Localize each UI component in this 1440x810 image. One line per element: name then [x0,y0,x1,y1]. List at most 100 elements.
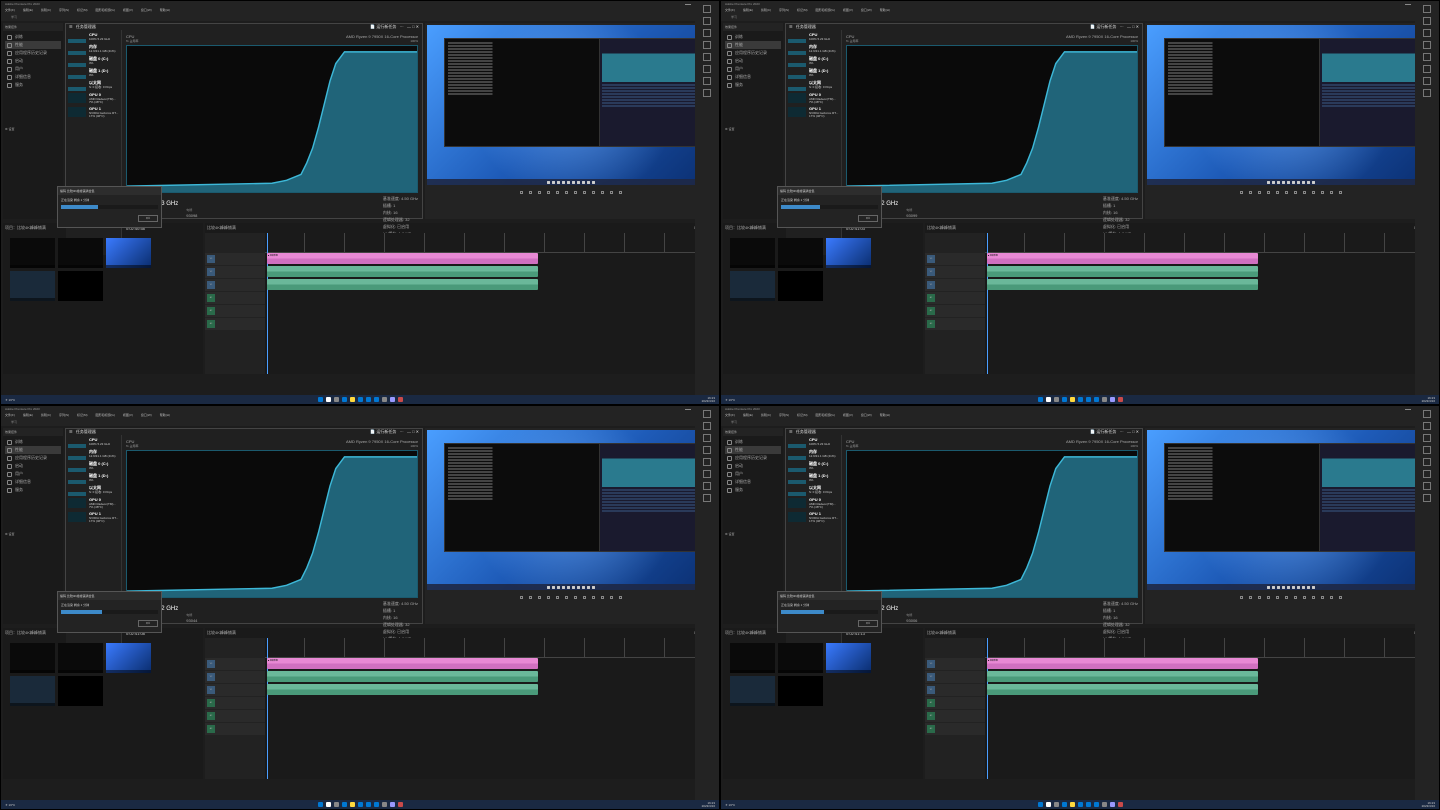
video-clip[interactable]: ■ 视频剪辑 [267,658,538,669]
bin-clip[interactable] [58,238,103,268]
nav-用户[interactable]: 用户 [5,65,61,73]
menu-item[interactable]: 文件(F) [5,8,15,12]
menu-item[interactable]: 文件(F) [5,413,15,417]
nav-性能[interactable]: 性能 [725,41,781,49]
photos-icon[interactable] [1094,397,1099,402]
store-icon[interactable] [1078,802,1083,807]
menu-item[interactable]: 图形和标题(G) [816,413,835,417]
track-V1[interactable]: V1 [925,279,985,291]
tool-icon[interactable] [1423,17,1431,25]
nav-服务[interactable]: 服务 [725,486,781,494]
transport-controls[interactable] [520,592,622,602]
track-V2[interactable]: V2 [925,266,985,278]
photos-icon[interactable] [1094,802,1099,807]
nav-应用程序历史记录[interactable]: 应用程序历史记录 [5,49,61,57]
tool-icon[interactable] [703,77,711,85]
clock[interactable]: 16:232023/4/16 [702,802,715,808]
track-A3[interactable]: A3 [925,723,985,735]
menu-item[interactable]: 序列(S) [59,413,69,417]
clock[interactable]: 16:232023/4/16 [1422,397,1435,403]
menu-item[interactable]: 序列(S) [779,413,789,417]
project-tab[interactable]: 项目：比较4K峰峰铺满 [5,225,46,233]
task-icon[interactable] [1054,802,1059,807]
tool-icon[interactable] [703,5,711,13]
rec-icon[interactable] [1118,397,1123,402]
pr-icon[interactable] [390,397,395,402]
settings-icon[interactable] [382,397,387,402]
menu-item[interactable]: 剪辑(C) [41,413,51,417]
files-icon[interactable] [350,802,355,807]
audio-clip[interactable] [267,671,538,682]
nav-服务[interactable]: 服务 [5,486,61,494]
tools-panel[interactable] [695,1,719,404]
bin-clip[interactable] [10,238,55,268]
bin-clip[interactable] [730,271,775,301]
nav-性能[interactable]: 性能 [5,41,61,49]
nav-训练[interactable]: 训练 [5,438,61,446]
start-icon[interactable] [1038,397,1043,402]
tool-icon[interactable] [1423,89,1431,97]
transport-controls[interactable] [1240,187,1342,197]
nav-启动[interactable]: 启动 [5,57,61,65]
pr-icon[interactable] [390,802,395,807]
menu-item[interactable]: 文件(F) [725,8,735,12]
settings-icon[interactable] [1102,802,1107,807]
settings-icon[interactable] [382,802,387,807]
preview-screen[interactable] [1147,25,1435,185]
track-A1[interactable]: A1 [205,292,265,304]
tool-icon[interactable] [1423,77,1431,85]
nav-训练[interactable]: 训练 [725,33,781,41]
menu-item[interactable]: 编辑(E) [23,413,33,417]
tool-icon[interactable] [703,422,711,430]
edge-icon[interactable] [1062,802,1067,807]
track-A3[interactable]: A3 [205,723,265,735]
nav-应用程序历史记录[interactable]: 应用程序历史记录 [725,454,781,462]
start-icon[interactable] [1038,802,1043,807]
menu-item[interactable]: 帮助(H) [880,8,890,12]
files-icon[interactable] [1070,802,1075,807]
bin-clip[interactable] [10,676,55,706]
nav-用户[interactable]: 用户 [725,470,781,478]
pr-icon[interactable] [1110,802,1115,807]
nav-应用程序历史记录[interactable]: 应用程序历史记录 [725,49,781,57]
settings-link[interactable]: ⚙ 设置 [3,125,63,219]
tool-icon[interactable] [703,41,711,49]
menu-item[interactable]: 标记(M) [797,8,808,12]
task-icon[interactable] [334,397,339,402]
menu-item[interactable]: 剪辑(C) [41,8,51,12]
settings-link[interactable]: ⚙ 设置 [723,125,783,219]
track-A2[interactable]: A2 [925,710,985,722]
nav-性能[interactable]: 性能 [725,446,781,454]
nav-启动[interactable]: 启动 [725,462,781,470]
tool-icon[interactable] [1423,53,1431,61]
tool-icon[interactable] [703,410,711,418]
bin-clip[interactable] [58,271,103,301]
nav-训练[interactable]: 训练 [725,438,781,446]
timeline-lanes[interactable]: ■ 视频剪辑 [985,638,1437,779]
nav-详细信息[interactable]: 详细信息 [725,73,781,81]
cancel-button[interactable]: 取消 [858,215,878,222]
bin-clip[interactable] [10,643,55,673]
timeline-lanes[interactable]: ■ 视频剪辑 [985,233,1437,374]
bin-clip[interactable] [778,238,823,268]
store-icon[interactable] [358,397,363,402]
start-icon[interactable] [318,397,323,402]
track-V2[interactable]: V2 [205,266,265,278]
clock[interactable]: 16:232023/4/16 [1422,802,1435,808]
menu-item[interactable]: 剪辑(C) [761,413,771,417]
preview-screen[interactable] [1147,430,1435,590]
track-A2[interactable]: A2 [925,305,985,317]
nav-用户[interactable]: 用户 [5,470,61,478]
menu-item[interactable]: 帮助(H) [880,413,890,417]
menu-item[interactable]: 窗口(W) [141,8,152,12]
tool-icon[interactable] [1423,434,1431,442]
track-A3[interactable]: A3 [925,318,985,330]
cancel-button[interactable]: 取消 [138,620,158,627]
menu-item[interactable]: 视图(V) [843,8,853,12]
preview-screen[interactable] [427,25,715,185]
tool-icon[interactable] [703,494,711,502]
mail-icon[interactable] [1086,397,1091,402]
video-clip[interactable]: ■ 视频剪辑 [987,658,1258,669]
bin-clip[interactable] [826,643,871,673]
track-V1[interactable]: V1 [205,684,265,696]
